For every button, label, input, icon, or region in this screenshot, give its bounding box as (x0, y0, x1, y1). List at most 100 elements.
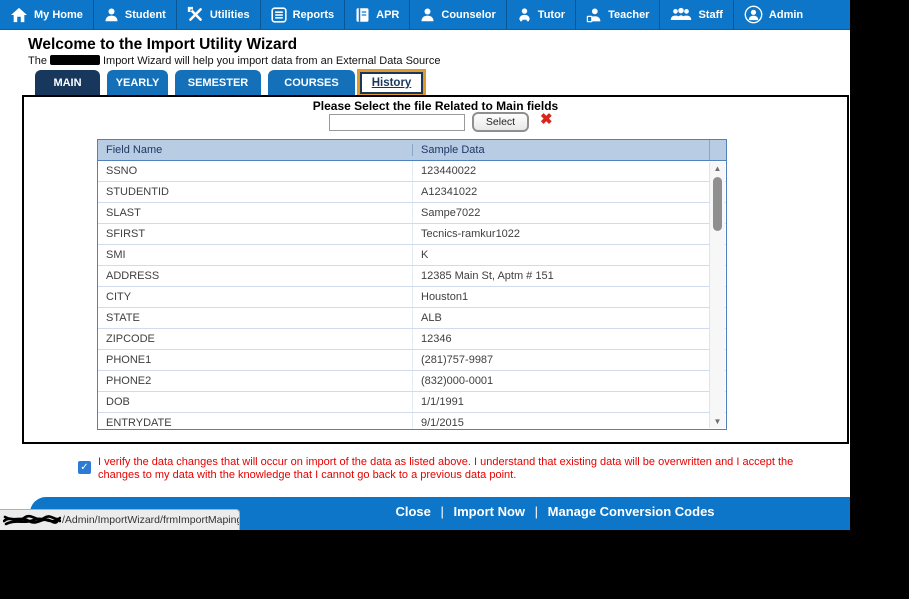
page-subtitle: The Import Wizard will help you import da… (28, 55, 440, 67)
nav-item-label: Counselor (441, 8, 496, 21)
verification-row: ✓ I verify the data changes that will oc… (78, 456, 818, 482)
field-name-cell: STATE (106, 312, 140, 324)
footer-actions: Close | Import Now | Manage Conversion C… (260, 504, 850, 519)
scroll-down-icon[interactable]: ▼ (710, 417, 725, 426)
sample-data-cell: Houston1 (412, 287, 726, 307)
nav-item-admin[interactable]: Admin (732, 0, 813, 29)
sample-data-cell: Tecnics-ramkur1022 (412, 224, 726, 244)
nav-item-label: APR (376, 8, 400, 21)
table-row[interactable]: DOB 1/1/1991 (98, 392, 726, 413)
tab-yearly[interactable]: YEARLY (107, 70, 168, 95)
field-mapping-table: Field Name Sample Data SSNO 123440022 STU… (97, 139, 727, 430)
nav-item-label: Reports (292, 8, 335, 21)
sample-data-cell: (832)000-0001 (412, 371, 726, 391)
student-icon (104, 7, 119, 22)
field-name-cell: PHONE2 (106, 375, 152, 387)
sample-data-cell: 123440022 (412, 161, 726, 181)
letterbox-right (850, 0, 909, 599)
sample-data-cell: 1/1/1991 (412, 392, 726, 412)
nav-item-student[interactable]: Student (92, 0, 176, 29)
file-select-prompt: Please Select the file Related to Main f… (312, 99, 559, 113)
nav-item-teacher[interactable]: Teacher (575, 0, 659, 29)
field-name-cell: ADDRESS (106, 270, 160, 282)
home-icon (10, 7, 28, 23)
reports-icon (270, 6, 287, 23)
sample-data-cell: Sampe7022 (412, 203, 726, 223)
sample-data-cell: (281)757-9987 (412, 350, 726, 370)
import-now-button[interactable]: Import Now (454, 504, 526, 519)
sample-data-cell: ALB (412, 308, 726, 328)
field-name-cell: ZIPCODE (106, 333, 155, 345)
field-name-cell: DOB (106, 396, 130, 408)
nav-item-reports[interactable]: Reports (259, 0, 345, 29)
table-row[interactable]: PHONE1 (281)757-9987 (98, 350, 726, 371)
nav-item-apr[interactable]: APR (344, 0, 409, 29)
sample-data-cell: 12346 (412, 329, 726, 349)
field-name-cell: SFIRST (106, 228, 146, 240)
subtitle-prefix: The (28, 55, 47, 67)
nav-item-label: Staff (698, 8, 723, 21)
close-button[interactable]: Close (395, 504, 430, 519)
column-header-field-name: Field Name (106, 144, 163, 156)
nav-item-counselor[interactable]: Counselor (409, 0, 505, 29)
nav-item-label: Admin (768, 8, 804, 21)
nav-item-label: Student (124, 8, 166, 21)
scribbled-domain-redaction (2, 512, 62, 529)
table-row[interactable]: STUDENTID A12341022 (98, 182, 726, 203)
table-row[interactable]: SLAST Sampe7022 (98, 203, 726, 224)
nav-item-utilities[interactable]: Utilities (175, 0, 260, 29)
header-scrollbar-stub (709, 140, 726, 160)
screenshot-stage: My Home Student Utilities Reports APR Co… (0, 0, 909, 599)
column-header-sample-data: Sample Data (412, 144, 709, 156)
table-row[interactable]: STATE ALB (98, 308, 726, 329)
verify-checkbox[interactable]: ✓ (78, 461, 91, 474)
select-file-button[interactable]: Select (472, 112, 529, 132)
tab-semester[interactable]: SEMESTER (175, 70, 261, 95)
top-navbar: My Home Student Utilities Reports APR Co… (0, 0, 850, 30)
clear-file-icon[interactable]: ✖ (540, 110, 553, 128)
table-row[interactable]: SSNO 123440022 (98, 161, 726, 182)
tab-courses[interactable]: COURSES (268, 70, 355, 95)
sample-data-cell: 12385 Main St, Aptm # 151 (412, 266, 726, 286)
field-name-cell: PHONE1 (106, 354, 152, 366)
tools-icon (187, 6, 204, 23)
table-header-row: Field Name Sample Data (98, 140, 726, 161)
scroll-up-icon[interactable]: ▲ (710, 164, 725, 173)
tab-main[interactable]: MAIN (35, 70, 100, 95)
book-icon (355, 7, 370, 23)
counselor-icon (420, 7, 435, 22)
table-row[interactable]: PHONE2 (832)000-0001 (98, 371, 726, 392)
table-row[interactable]: ENTRYDATE 9/1/2015 (98, 413, 726, 429)
table-row[interactable]: CITY Houston1 (98, 287, 726, 308)
redaction-box (49, 55, 100, 65)
action-separator: | (440, 504, 444, 519)
nav-item-my-home[interactable]: My Home (0, 0, 93, 29)
table-row[interactable]: ADDRESS 12385 Main St, Aptm # 151 (98, 266, 726, 287)
table-row[interactable]: SFIRST Tecnics-ramkur1022 (98, 224, 726, 245)
wizard-content-panel: Please Select the file Related to Main f… (22, 95, 849, 444)
field-name-cell: ENTRYDATE (106, 417, 172, 429)
tab-history-highlighted[interactable]: History (357, 69, 426, 97)
nav-item-label: Tutor (537, 8, 566, 21)
nav-item-staff[interactable]: Staff (659, 0, 732, 29)
staff-icon (670, 7, 692, 22)
subtitle-suffix: Import Wizard will help you import data … (102, 55, 441, 67)
browser-status-bar: /Admin/ImportWizard/frmImportMaping.aspx… (0, 509, 240, 531)
field-name-cell: SMI (106, 249, 126, 261)
table-row[interactable]: SMI K (98, 245, 726, 266)
scrollbar-thumb[interactable] (713, 177, 722, 231)
table-scrollbar[interactable]: ▲ ▼ (709, 162, 725, 428)
browser-viewport: My Home Student Utilities Reports APR Co… (0, 0, 850, 531)
letterbox-bottom (0, 530, 909, 599)
sample-data-cell: 9/1/2015 (412, 413, 726, 429)
table-row[interactable]: ZIPCODE 12346 (98, 329, 726, 350)
file-path-input[interactable] (329, 114, 465, 131)
page-title: Welcome to the Import Utility Wizard (28, 36, 298, 53)
nav-item-label: My Home (34, 8, 83, 21)
tutor-icon (517, 7, 532, 22)
manage-conversion-codes-button[interactable]: Manage Conversion Codes (548, 504, 715, 519)
nav-item-tutor[interactable]: Tutor (505, 0, 575, 29)
field-name-cell: SSNO (106, 165, 138, 177)
nav-item-label: Utilities (209, 8, 250, 21)
sample-data-cell: K (412, 245, 726, 265)
